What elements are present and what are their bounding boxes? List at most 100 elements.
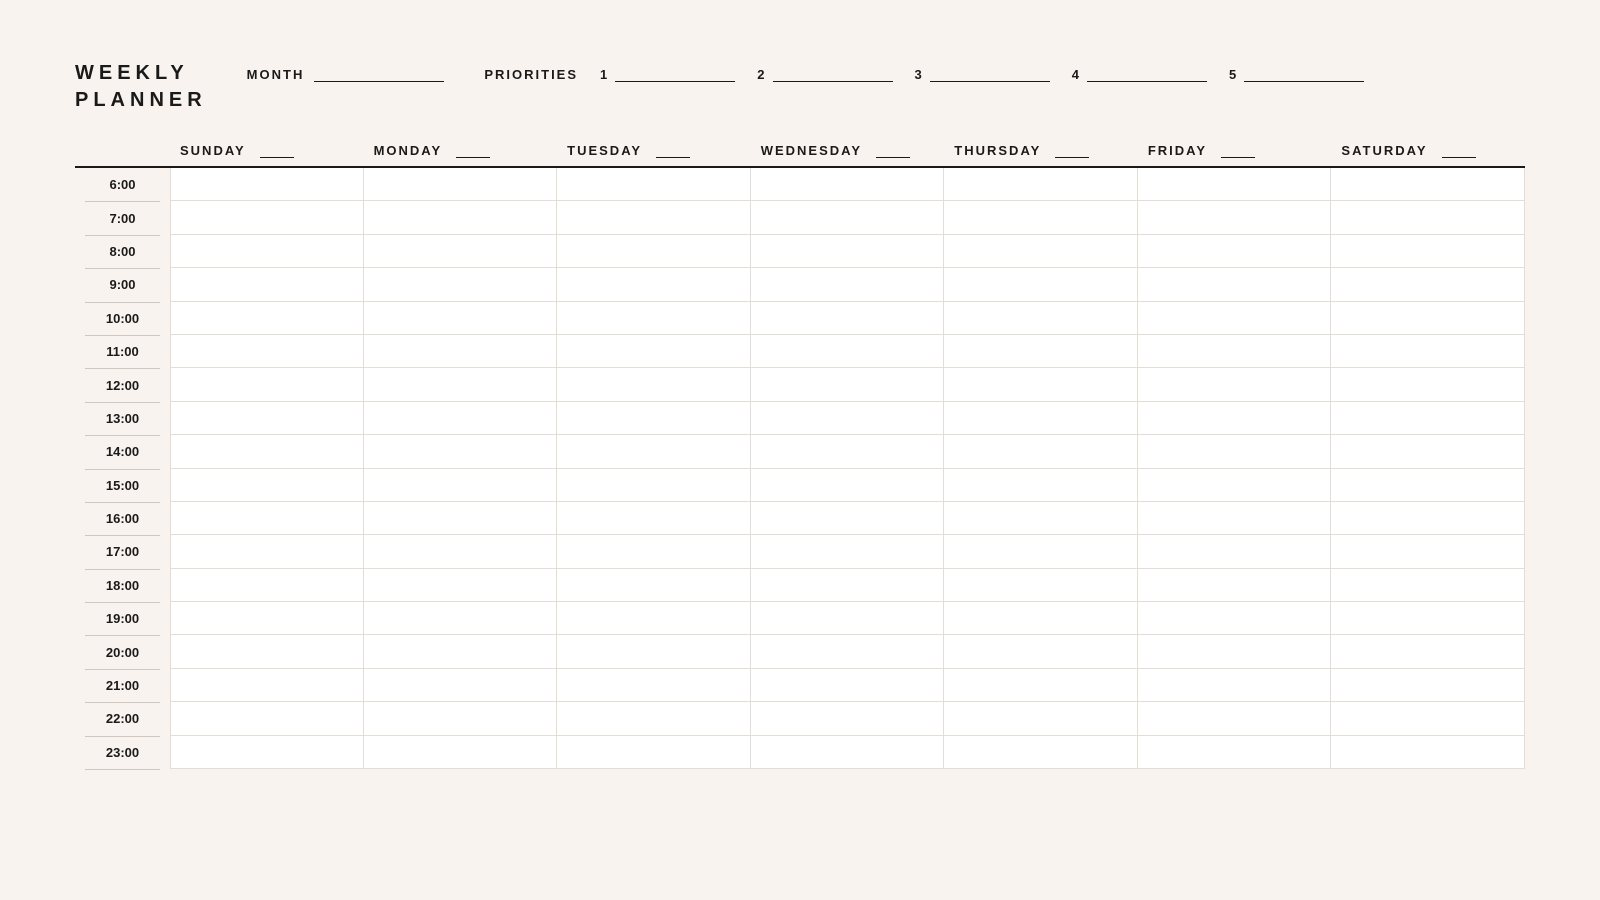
time-slot[interactable]: [751, 402, 945, 435]
time-slot[interactable]: [1138, 635, 1332, 668]
time-slot[interactable]: [170, 302, 364, 335]
time-slot[interactable]: [944, 268, 1138, 301]
priority-1-input[interactable]: [615, 62, 735, 82]
time-slot[interactable]: [364, 435, 558, 468]
time-slot[interactable]: [557, 736, 751, 769]
time-slot[interactable]: [944, 402, 1138, 435]
wednesday-date-input[interactable]: [876, 142, 910, 158]
time-slot[interactable]: [364, 669, 558, 702]
time-slot[interactable]: [751, 535, 945, 568]
time-slot[interactable]: [1138, 569, 1332, 602]
time-slot[interactable]: [364, 535, 558, 568]
time-slot[interactable]: [751, 669, 945, 702]
time-slot[interactable]: [944, 602, 1138, 635]
priority-2-input[interactable]: [773, 62, 893, 82]
time-slot[interactable]: [1331, 535, 1525, 568]
time-slot[interactable]: [557, 469, 751, 502]
time-slot[interactable]: [364, 235, 558, 268]
time-slot[interactable]: [944, 635, 1138, 668]
time-slot[interactable]: [751, 368, 945, 401]
time-slot[interactable]: [1138, 268, 1332, 301]
time-slot[interactable]: [1331, 335, 1525, 368]
time-slot[interactable]: [170, 168, 364, 201]
time-slot[interactable]: [364, 168, 558, 201]
time-slot[interactable]: [170, 602, 364, 635]
time-slot[interactable]: [364, 302, 558, 335]
time-slot[interactable]: [1138, 702, 1332, 735]
time-slot[interactable]: [170, 669, 364, 702]
friday-date-input[interactable]: [1221, 142, 1255, 158]
time-slot[interactable]: [557, 635, 751, 668]
time-slot[interactable]: [944, 435, 1138, 468]
time-slot[interactable]: [364, 569, 558, 602]
time-slot[interactable]: [751, 268, 945, 301]
time-slot[interactable]: [1331, 569, 1525, 602]
time-slot[interactable]: [1138, 736, 1332, 769]
time-slot[interactable]: [364, 335, 558, 368]
time-slot[interactable]: [557, 669, 751, 702]
monday-date-input[interactable]: [456, 142, 490, 158]
time-slot[interactable]: [557, 702, 751, 735]
sunday-date-input[interactable]: [260, 142, 294, 158]
time-slot[interactable]: [1331, 368, 1525, 401]
time-slot[interactable]: [364, 402, 558, 435]
saturday-date-input[interactable]: [1442, 142, 1476, 158]
time-slot[interactable]: [364, 502, 558, 535]
time-slot[interactable]: [364, 268, 558, 301]
time-slot[interactable]: [1138, 302, 1332, 335]
time-slot[interactable]: [1331, 502, 1525, 535]
time-slot[interactable]: [1331, 402, 1525, 435]
time-slot[interactable]: [1331, 736, 1525, 769]
time-slot[interactable]: [1138, 335, 1332, 368]
time-slot[interactable]: [557, 402, 751, 435]
time-slot[interactable]: [751, 335, 945, 368]
time-slot[interactable]: [1138, 602, 1332, 635]
time-slot[interactable]: [1138, 535, 1332, 568]
time-slot[interactable]: [944, 469, 1138, 502]
time-slot[interactable]: [751, 702, 945, 735]
time-slot[interactable]: [364, 736, 558, 769]
time-slot[interactable]: [170, 502, 364, 535]
time-slot[interactable]: [170, 469, 364, 502]
time-slot[interactable]: [944, 168, 1138, 201]
time-slot[interactable]: [944, 669, 1138, 702]
time-slot[interactable]: [170, 335, 364, 368]
time-slot[interactable]: [1331, 201, 1525, 234]
time-slot[interactable]: [364, 368, 558, 401]
time-slot[interactable]: [1331, 469, 1525, 502]
time-slot[interactable]: [751, 635, 945, 668]
thursday-date-input[interactable]: [1055, 142, 1089, 158]
time-slot[interactable]: [944, 736, 1138, 769]
time-slot[interactable]: [751, 569, 945, 602]
time-slot[interactable]: [1138, 201, 1332, 234]
time-slot[interactable]: [557, 569, 751, 602]
time-slot[interactable]: [1331, 669, 1525, 702]
time-slot[interactable]: [557, 168, 751, 201]
time-slot[interactable]: [170, 201, 364, 234]
time-slot[interactable]: [1138, 435, 1332, 468]
priority-5-input[interactable]: [1244, 62, 1364, 82]
time-slot[interactable]: [944, 368, 1138, 401]
time-slot[interactable]: [1331, 602, 1525, 635]
time-slot[interactable]: [751, 602, 945, 635]
time-slot[interactable]: [751, 469, 945, 502]
time-slot[interactable]: [1331, 302, 1525, 335]
time-slot[interactable]: [1138, 402, 1332, 435]
time-slot[interactable]: [557, 302, 751, 335]
month-input[interactable]: [314, 62, 444, 82]
time-slot[interactable]: [1331, 635, 1525, 668]
time-slot[interactable]: [751, 168, 945, 201]
time-slot[interactable]: [944, 235, 1138, 268]
time-slot[interactable]: [944, 569, 1138, 602]
time-slot[interactable]: [1138, 168, 1332, 201]
time-slot[interactable]: [364, 469, 558, 502]
time-slot[interactable]: [751, 235, 945, 268]
time-slot[interactable]: [1331, 435, 1525, 468]
time-slot[interactable]: [1138, 235, 1332, 268]
time-slot[interactable]: [170, 569, 364, 602]
time-slot[interactable]: [1331, 268, 1525, 301]
time-slot[interactable]: [557, 201, 751, 234]
time-slot[interactable]: [557, 435, 751, 468]
time-slot[interactable]: [557, 502, 751, 535]
time-slot[interactable]: [364, 702, 558, 735]
